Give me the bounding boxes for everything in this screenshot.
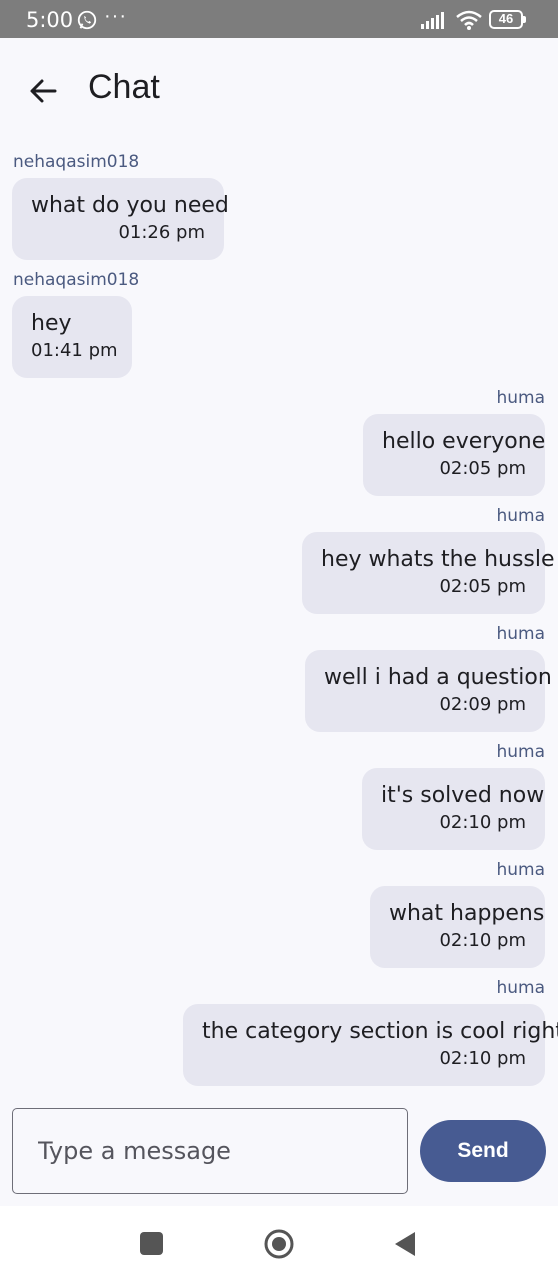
message-bubble[interactable]: hey whats the hussle 02:05 pm bbox=[302, 532, 555, 614]
back-arrow-icon[interactable] bbox=[22, 69, 66, 113]
message-item: huma the category section is cool right … bbox=[0, 978, 558, 1086]
message-sender: huma bbox=[496, 388, 545, 408]
message-text: the category section is cool right bbox=[202, 1019, 558, 1044]
message-bubble[interactable]: the category section is cool right 02:10… bbox=[183, 1004, 558, 1086]
message-item: huma it's solved now 02:10 pm bbox=[0, 742, 558, 850]
message-item: huma well i had a question 02:09 pm bbox=[0, 624, 558, 732]
message-sender: huma bbox=[496, 506, 545, 526]
message-item: huma hello everyone 02:05 pm bbox=[0, 388, 558, 496]
signal-icon bbox=[421, 12, 444, 29]
home-circle-icon[interactable] bbox=[263, 1228, 295, 1260]
status-bar: 5:00 ··· 46 bbox=[0, 0, 558, 38]
message-sender: huma bbox=[496, 742, 545, 762]
message-composer: Send bbox=[0, 1096, 558, 1206]
message-text: what do you need bbox=[31, 193, 229, 218]
message-bubble[interactable]: what happens 02:10 pm bbox=[370, 886, 545, 968]
message-time: 02:05 pm bbox=[439, 458, 526, 479]
message-time: 02:10 pm bbox=[439, 812, 526, 833]
whatsapp-icon bbox=[77, 10, 97, 30]
page-title: Chat bbox=[88, 68, 160, 106]
message-sender: huma bbox=[496, 860, 545, 880]
message-time: 02:10 pm bbox=[439, 930, 526, 951]
message-bubble[interactable]: what do you need 01:26 pm bbox=[12, 178, 229, 260]
status-time: 5:00 bbox=[26, 8, 74, 32]
back-triangle-icon[interactable] bbox=[393, 1230, 417, 1258]
message-sender: nehaqasim018 bbox=[13, 152, 140, 172]
message-time: 02:05 pm bbox=[439, 576, 526, 597]
message-input[interactable] bbox=[12, 1108, 408, 1194]
message-time: 02:10 pm bbox=[439, 1048, 526, 1069]
message-time: 01:41 pm bbox=[31, 340, 118, 361]
message-text: what happens bbox=[389, 901, 545, 926]
message-text: hey bbox=[31, 311, 72, 336]
message-item: nehaqasim018 hey 01:41 pm bbox=[0, 270, 558, 378]
message-item: nehaqasim018 what do you need 01:26 pm bbox=[0, 152, 558, 260]
message-text: hey whats the hussle bbox=[321, 547, 555, 572]
message-sender: huma bbox=[496, 978, 545, 998]
message-text: it's solved now bbox=[381, 783, 545, 808]
message-item: huma hey whats the hussle 02:05 pm bbox=[0, 506, 558, 614]
system-nav-bar bbox=[0, 1206, 558, 1280]
app-bar: Chat bbox=[0, 38, 558, 138]
message-bubble[interactable]: hey 01:41 pm bbox=[12, 296, 132, 378]
message-text: well i had a question bbox=[324, 665, 552, 690]
message-item: huma what happens 02:10 pm bbox=[0, 860, 558, 968]
battery-icon: 46 bbox=[489, 10, 526, 29]
message-sender: nehaqasim018 bbox=[13, 270, 140, 290]
message-bubble[interactable]: hello everyone 02:05 pm bbox=[363, 414, 545, 496]
message-list[interactable]: nehaqasim018 what do you need 01:26 pm n… bbox=[0, 138, 558, 1096]
message-time: 01:26 pm bbox=[118, 222, 205, 243]
wifi-icon bbox=[456, 10, 482, 30]
send-button[interactable]: Send bbox=[420, 1120, 546, 1182]
more-dots-icon: ··· bbox=[104, 5, 127, 27]
message-bubble[interactable]: well i had a question 02:09 pm bbox=[305, 650, 552, 732]
battery-level: 46 bbox=[498, 11, 514, 26]
message-bubble[interactable]: it's solved now 02:10 pm bbox=[362, 768, 545, 850]
message-time: 02:09 pm bbox=[439, 694, 526, 715]
message-sender: huma bbox=[496, 624, 545, 644]
message-text: hello everyone bbox=[382, 429, 546, 454]
recents-square-icon[interactable] bbox=[140, 1232, 163, 1255]
